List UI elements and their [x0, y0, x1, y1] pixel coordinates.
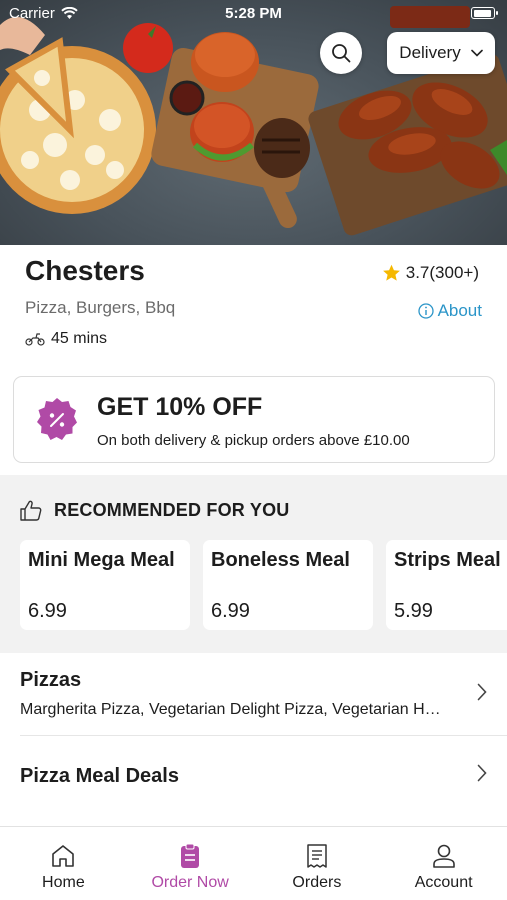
recommended-section: RECOMMENDED FOR YOU Mini Mega Meal 6.99 … [0, 475, 507, 653]
chevron-right-icon [477, 764, 487, 782]
offer-title: GET 10% OFF [97, 393, 263, 421]
rating-value: 3.7(300+) [405, 263, 479, 282]
recommended-heading: RECOMMENDED FOR YOU [54, 500, 290, 520]
status-time: 5:28 PM [225, 5, 282, 22]
delivery-eta: 45 mins [25, 330, 107, 348]
user-icon [432, 844, 455, 868]
chevron-down-icon [470, 49, 483, 57]
info-icon [417, 303, 434, 319]
restaurant-cuisines: Pizza, Burgers, Bbq [25, 298, 176, 317]
tab-label: Order Now [151, 874, 229, 891]
tab-orders[interactable]: Orders [254, 827, 381, 900]
order-icon [181, 843, 200, 868]
star-icon [382, 264, 400, 281]
recommended-item-price: 6.99 [28, 600, 67, 622]
recommended-card[interactable]: Boneless Meal 6.99 [203, 540, 373, 630]
category-row-pizzas[interactable]: Pizzas Margherita Pizza, Vegetarian Deli… [0, 653, 507, 735]
hero-banner: Carrier 5:28 PM Delivery [0, 0, 507, 245]
tab-home[interactable]: Home [0, 827, 127, 900]
recommended-header: RECOMMENDED FOR YOU [20, 500, 289, 521]
about-link[interactable]: About [417, 301, 482, 321]
thumbs-up-icon [20, 500, 42, 521]
restaurant-rating: 3.7(300+) [382, 263, 479, 283]
recommended-item-name: Mini Mega Meal [28, 549, 175, 571]
recommended-item-price: 5.99 [394, 600, 433, 622]
offer-subtitle: On both delivery & pickup orders above £… [97, 432, 410, 449]
recommended-card[interactable]: Strips Meal 5.99 [386, 540, 507, 630]
category-title: Pizzas [20, 669, 82, 691]
search-icon [332, 44, 351, 63]
eta-value: 45 mins [51, 330, 108, 347]
tab-label: Account [414, 874, 473, 891]
home-icon [52, 845, 75, 867]
category-title: Pizza Meal Deals [20, 765, 179, 787]
tab-order-now[interactable]: Order Now [127, 827, 254, 900]
scooter-icon [25, 333, 45, 346]
about-label: About [437, 301, 482, 320]
delivery-mode-label: Delivery [399, 43, 461, 62]
receipt-icon [307, 844, 327, 868]
search-button[interactable] [320, 32, 362, 74]
tab-account[interactable]: Account [380, 827, 507, 900]
restaurant-name: Chesters [25, 255, 145, 286]
category-row-pizza-meal-deals[interactable]: Pizza Meal Deals [0, 736, 507, 816]
recommended-item-name: Strips Meal [394, 549, 501, 571]
chevron-right-icon [477, 683, 487, 701]
recommended-item-price: 6.99 [211, 600, 250, 622]
recommended-item-name: Boneless Meal [211, 549, 350, 571]
category-description: Margherita Pizza, Vegetarian Delight Piz… [20, 701, 445, 718]
tab-label: Home [42, 874, 85, 891]
recommended-card[interactable]: Mini Mega Meal 6.99 [20, 540, 190, 630]
offer-banner[interactable]: GET 10% OFF On both delivery & pickup or… [13, 376, 495, 463]
discount-badge-icon [37, 398, 77, 440]
status-bar: Carrier 5:28 PM [0, 0, 507, 28]
delivery-mode-dropdown[interactable]: Delivery [387, 32, 495, 74]
tab-label: Orders [292, 874, 342, 891]
bottom-tab-bar: Home Order Now Orders Account [0, 826, 507, 900]
battery-icon [471, 7, 498, 19]
